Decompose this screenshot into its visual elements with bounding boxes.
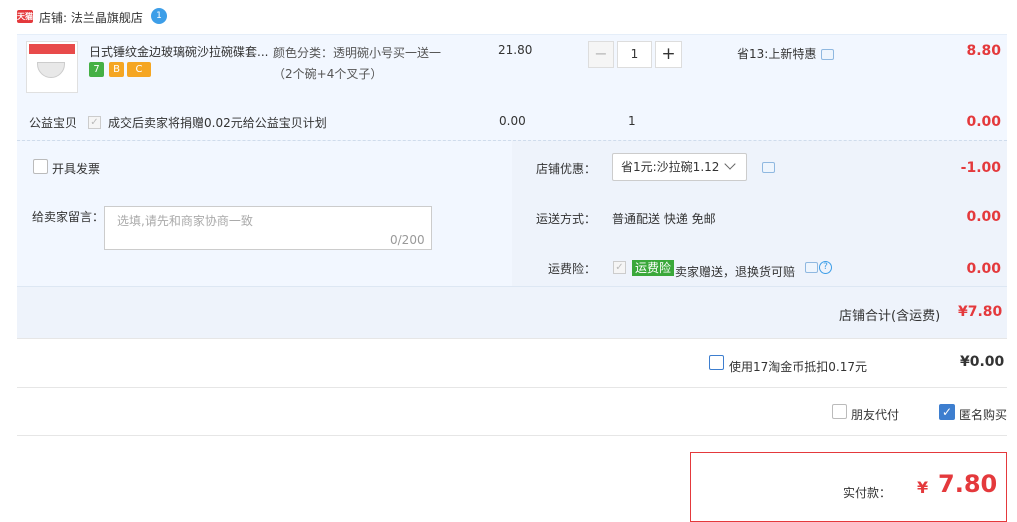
- invoice-checkbox[interactable]: [33, 159, 48, 174]
- shipping-insurance-checkbox: ✓: [613, 261, 626, 274]
- anonymous-purchase-label: 匿名购买: [959, 408, 1008, 422]
- seller-message-placeholder: 选填,请先和商家协商一致: [117, 214, 253, 228]
- insurance-chat-icon[interactable]: [805, 262, 818, 273]
- item-unit-price: 21.80: [498, 43, 533, 57]
- payment-total: 7.80: [938, 470, 998, 498]
- item-thumbnail[interactable]: [26, 41, 78, 93]
- item-spec: 颜色分类：透明碗小号买一送一（2个碗+4个叉子）: [273, 46, 442, 81]
- shipping-insurance-text: 卖家赠送，退换货可赔: [675, 265, 796, 279]
- invoice-label: 开具发票: [52, 162, 101, 176]
- coins-checkbox[interactable]: [709, 355, 724, 370]
- seller-message-char-count: 0/200: [390, 233, 425, 247]
- item-subtotal: 8.80: [966, 43, 1001, 59]
- shipping-insurance-badge: 运费险: [632, 260, 675, 276]
- store-total-label: 店铺合计(含运费): [839, 309, 941, 324]
- charity-total: 0.00: [966, 114, 1001, 130]
- shipping-insurance-amount: 0.00: [966, 261, 1001, 277]
- seven-day-return-icon: 7: [89, 62, 104, 77]
- charity-label: 公益宝贝: [29, 116, 78, 130]
- bowl-image-icon: [37, 62, 65, 78]
- promo-info-chat-icon[interactable]: [821, 49, 834, 60]
- coins-value: ¥0.00: [960, 354, 1005, 370]
- shipping-method-value: 普通配送 快递 免邮: [612, 212, 716, 226]
- tmall-logo-icon: 天猫: [17, 10, 33, 23]
- friend-pay-label: 朋友代付: [851, 408, 900, 422]
- guarantee-badge-icon: B: [109, 62, 124, 77]
- item-title-link[interactable]: 日式锤纹金边玻璃碗沙拉碗碟套...: [89, 43, 269, 60]
- coins-label: 使用17淘金币抵扣0.17元: [729, 360, 867, 374]
- insurance-help-icon[interactable]: ?: [819, 261, 832, 274]
- shop-name-link[interactable]: 店铺: 法兰晶旗舰店: [39, 9, 143, 26]
- anonymous-purchase-checkbox[interactable]: ✓: [939, 404, 955, 420]
- shipping-amount: 0.00: [966, 209, 1001, 225]
- shipping-method-label: 运送方式：: [535, 212, 596, 226]
- qty-decrease-button[interactable]: −: [588, 41, 614, 68]
- charity-price: 0.00: [499, 114, 526, 128]
- charity-checkbox: ✓: [88, 116, 101, 129]
- seller-message-label: 给卖家留言：: [32, 210, 105, 224]
- credit-card-icon: C: [127, 62, 151, 77]
- payment-label: 实付款：: [843, 486, 892, 500]
- charity-text: 成交后卖家将捐赠0.02元给公益宝贝计划: [108, 116, 327, 130]
- charity-qty: 1: [628, 114, 636, 128]
- friend-pay-checkbox[interactable]: [832, 404, 847, 419]
- shop-chat-badge-icon[interactable]: 1: [151, 8, 167, 24]
- qty-input[interactable]: 1: [617, 41, 652, 68]
- store-total-value: ¥7.80: [958, 304, 1003, 320]
- thumbnail-banner: [29, 44, 75, 54]
- item-promo-text: 省13:上新特惠: [737, 47, 817, 61]
- shipping-insurance-label: 运费险：: [547, 262, 596, 276]
- store-discount-amount: -1.00: [960, 160, 1001, 176]
- qty-increase-button[interactable]: +: [655, 41, 682, 68]
- store-discount-label: 店铺优惠：: [535, 162, 596, 176]
- payment-currency: ¥: [917, 478, 929, 497]
- discount-info-chat-icon[interactable]: [762, 162, 775, 173]
